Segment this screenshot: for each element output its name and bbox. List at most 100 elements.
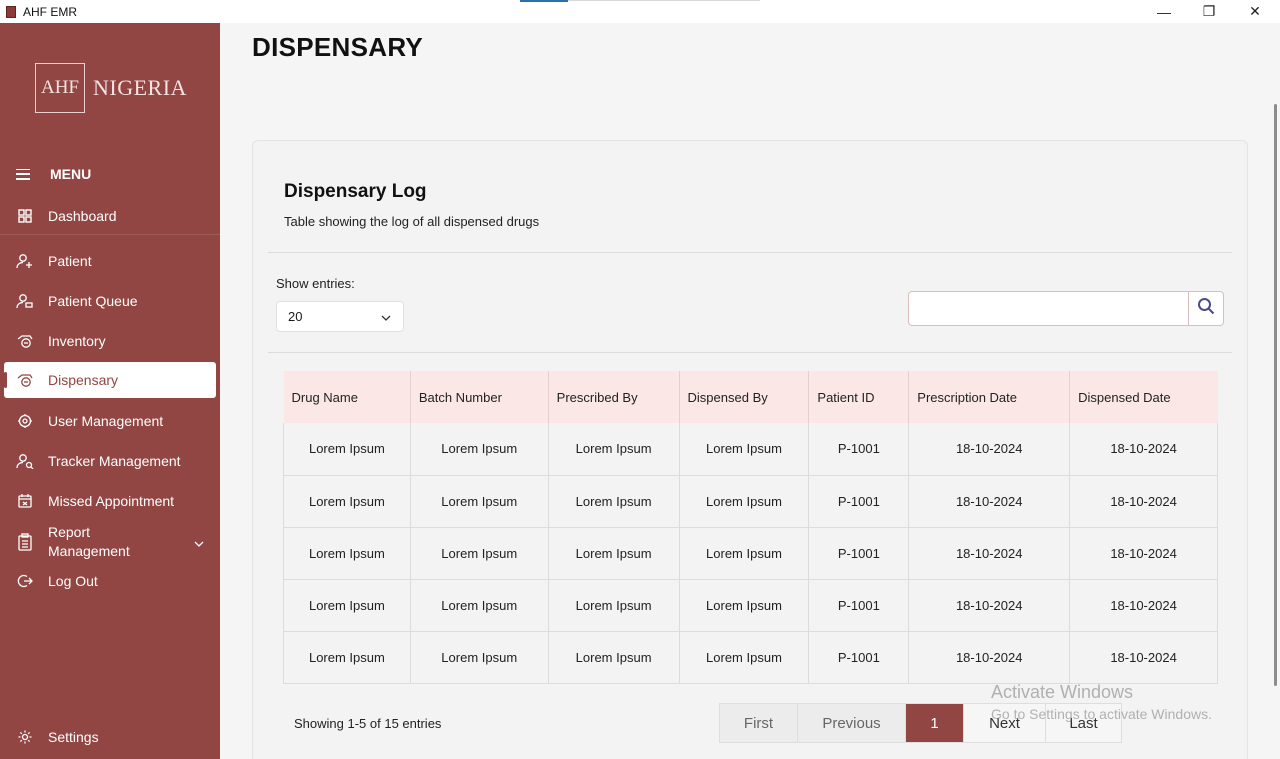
sidebar-item-label: Report Management [48,524,130,559]
table-cell: 18-10-2024 [1069,423,1218,476]
sidebar-item-report-management[interactable]: Report Management [4,522,216,562]
column-header[interactable]: Prescription Date [908,371,1071,423]
close-button[interactable]: ✕ [1232,0,1278,23]
sidebar-item-patient-queue[interactable]: Patient Queue [4,283,216,319]
table-cell: 18-10-2024 [908,527,1071,580]
column-header[interactable]: Prescribed By [548,371,680,423]
table-cell: Lorem Ipsum [679,579,810,632]
table-cell: Lorem Ipsum [283,423,411,476]
table-cell: 18-10-2024 [1069,631,1218,684]
table-cell: P-1001 [808,579,910,632]
table-cell: Lorem Ipsum [283,579,411,632]
entries-select-value: 20 [288,309,303,324]
taskbar-accent-line [568,0,760,1]
hamburger-icon[interactable] [16,168,30,180]
table-cell: 18-10-2024 [908,475,1071,528]
search-button[interactable] [1188,292,1223,325]
table-row[interactable]: Lorem Ipsum Lorem Ipsum Lorem Ipsum Lore… [283,631,1218,684]
chevron-down-icon [381,311,391,326]
table-cell: Lorem Ipsum [548,423,680,476]
sidebar-item-label: Missed Appointment [48,493,175,509]
first-page-button[interactable]: First [720,704,798,742]
search-icon [1197,297,1215,320]
watermark-subtitle: Go to Settings to activate Windows. [991,706,1212,722]
sidebar-item-label: Dashboard [48,208,117,224]
watermark-title: Activate Windows [991,682,1134,702]
pill-icon [16,371,34,389]
clipboard-icon [16,533,34,551]
sidebar-item-tracker-management[interactable]: Tracker Management [4,443,216,479]
sidebar-item-inventory[interactable]: Inventory [4,323,216,359]
page-number-button[interactable]: 1 [906,704,964,742]
window-title: AHF EMR [23,4,77,19]
logo: AHF NIGERIA [35,63,187,113]
dispensary-log-table: Drug Name Batch Number Prescribed By Dis… [283,371,1218,684]
table-cell: Lorem Ipsum [679,475,810,528]
table-cell: 18-10-2024 [908,631,1071,684]
column-header[interactable]: Batch Number [410,371,549,423]
table-cell: P-1001 [808,631,910,684]
sidebar-item-user-management[interactable]: User Management [4,403,216,439]
sidebar: AHF NIGERIA MENU Dashboard Patient Patie… [0,23,220,759]
gear-icon [16,728,34,746]
table-cell: 18-10-2024 [1069,527,1218,580]
table-cell: 18-10-2024 [908,579,1071,632]
sidebar-item-label: Tracker Management [48,453,181,469]
table-header-row: Drug Name Batch Number Prescribed By Dis… [283,371,1218,423]
menu-header[interactable]: MENU [16,166,91,182]
taskbar-accent [520,0,568,2]
table-cell: Lorem Ipsum [410,423,549,476]
table-cell: Lorem Ipsum [283,475,411,528]
table-cell: Lorem Ipsum [410,579,549,632]
column-header[interactable]: Dispensed Date [1069,371,1218,423]
table-row[interactable]: Lorem Ipsum Lorem Ipsum Lorem Ipsum Lore… [283,423,1218,476]
sidebar-item-settings[interactable]: Settings [4,719,216,755]
table-cell: Lorem Ipsum [679,527,810,580]
table-cell: 18-10-2024 [1069,475,1218,528]
title-bar: AHF EMR — ❐ ✕ [0,0,1280,23]
sidebar-item-label: Patient Queue [48,293,138,309]
column-header[interactable]: Drug Name [283,371,411,423]
card-title: Dispensary Log [284,181,427,202]
column-header[interactable]: Patient ID [808,371,910,423]
chevron-down-icon[interactable] [194,534,204,550]
sidebar-item-missed-appointment[interactable]: Missed Appointment [4,483,216,519]
table-row[interactable]: Lorem Ipsum Lorem Ipsum Lorem Ipsum Lore… [283,475,1218,528]
windows-activation-watermark: Activate Windows Go to Settings to activ… [991,682,1212,722]
divider [268,352,1232,353]
maximize-button[interactable]: ❐ [1186,0,1232,23]
divider [268,252,1232,253]
table-cell: Lorem Ipsum [548,475,680,528]
previous-page-button[interactable]: Previous [798,704,906,742]
sidebar-item-dispensary[interactable]: Dispensary [4,362,216,398]
logo-text: NIGERIA [93,75,187,100]
page-title: DISPENSARY [252,32,424,62]
sidebar-item-label: Patient [48,253,92,269]
tracker-icon [16,452,34,470]
column-header[interactable]: Dispensed By [679,371,810,423]
entries-summary: Showing 1-5 of 15 entries [294,716,442,731]
sidebar-item-log-out[interactable]: Log Out [4,563,216,599]
table-row[interactable]: Lorem Ipsum Lorem Ipsum Lorem Ipsum Lore… [283,579,1218,632]
sidebar-item-dashboard[interactable]: Dashboard [4,198,216,234]
minimize-button[interactable]: — [1141,0,1187,23]
sidebar-item-label: User Management [48,413,164,429]
inventory-icon [16,332,34,350]
vertical-scrollbar[interactable] [1274,104,1277,686]
add-user-icon [16,252,34,270]
sidebar-item-patient[interactable]: Patient [4,243,216,279]
table-cell: Lorem Ipsum [548,631,680,684]
menu-label: MENU [50,166,92,182]
table-row[interactable]: Lorem Ipsum Lorem Ipsum Lorem Ipsum Lore… [283,527,1218,580]
table-cell: Lorem Ipsum [283,631,411,684]
search-box [908,291,1224,326]
entries-select[interactable]: 20 [276,301,404,332]
table-cell: Lorem Ipsum [410,631,549,684]
logout-icon [16,572,34,590]
table-cell: 18-10-2024 [1069,579,1218,632]
table-cell: Lorem Ipsum [283,527,411,580]
sidebar-item-label: Dispensary [48,372,119,388]
queue-user-icon [16,292,34,310]
search-input[interactable] [909,292,1188,325]
logo-mark: AHF [35,63,85,113]
